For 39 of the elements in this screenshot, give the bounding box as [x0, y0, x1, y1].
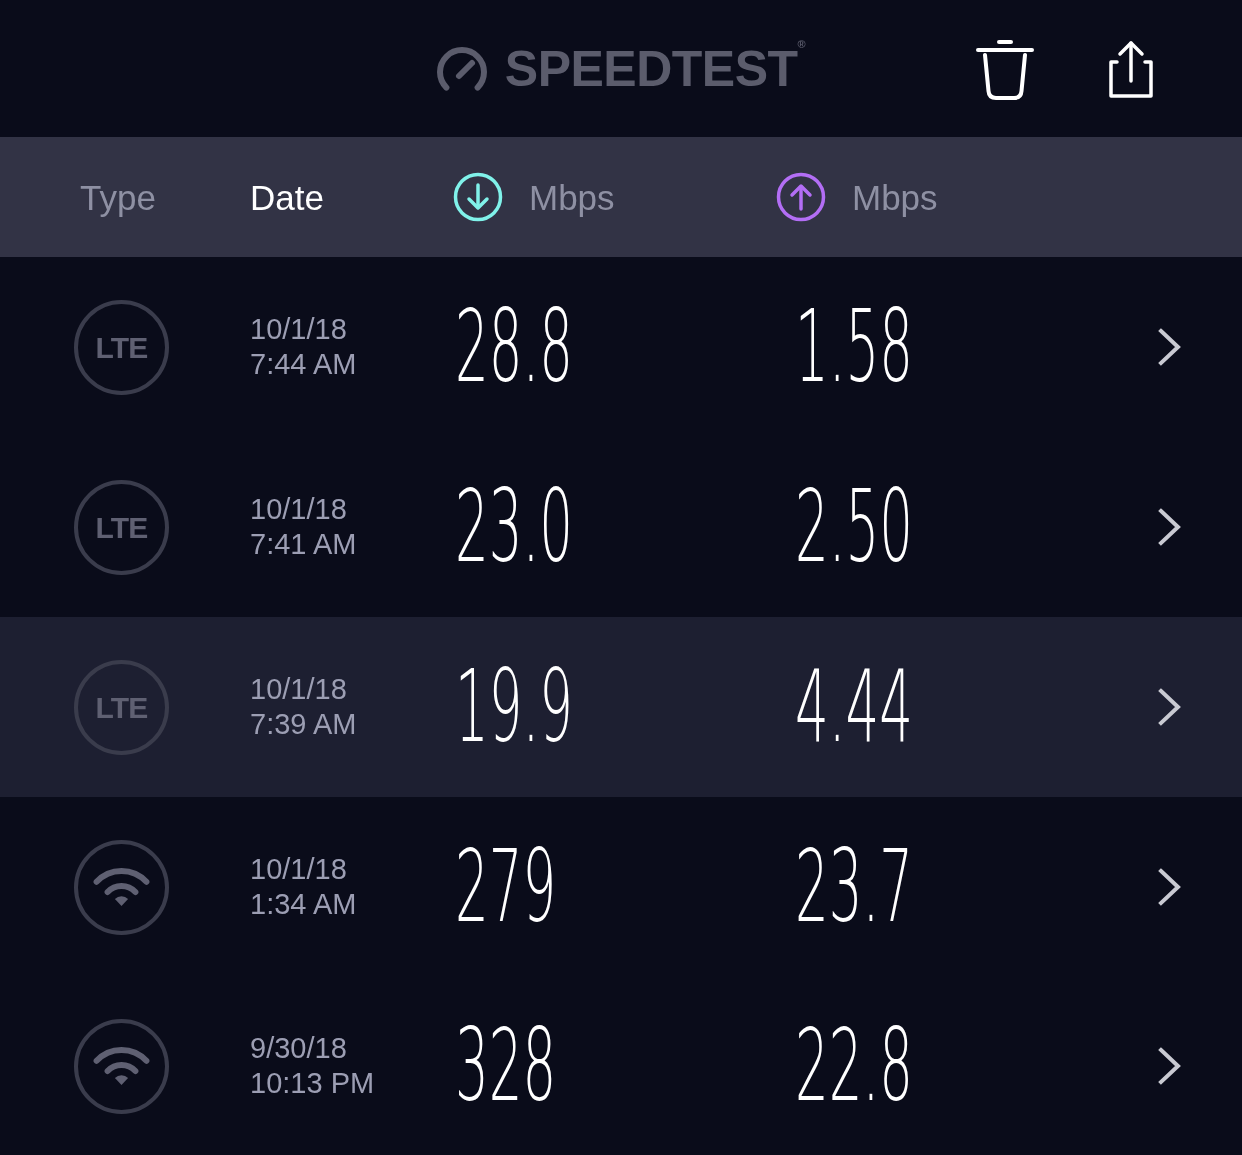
test-date: 10/1/18: [250, 312, 347, 347]
upload-speed: 1.58: [795, 297, 913, 397]
wifi-icon: [74, 1018, 169, 1114]
chevron-right-icon: [1157, 327, 1183, 367]
upload-speed: 2.50: [795, 477, 913, 577]
wifi-icon: [74, 839, 169, 935]
share-icon[interactable]: [1108, 39, 1154, 98]
logo-text: SPEEDTEST$^{®}$: [504, 37, 806, 99]
lte-badge: LTE: [74, 659, 169, 755]
chevron-right-icon: [1157, 867, 1183, 907]
chevron-right-icon: [1157, 687, 1183, 727]
lte-badge: LTE: [74, 299, 169, 395]
test-date: 10/1/18: [250, 492, 347, 527]
download-speed: 279: [455, 837, 557, 937]
chevron-right-icon: [1157, 507, 1183, 547]
gauge-icon: [436, 46, 489, 91]
test-time: 7:39 AM: [250, 707, 357, 742]
result-row[interactable]: LTE 10/1/18 7:39 AM 19.9 4.44: [0, 617, 1242, 797]
column-header[interactable]: Type: [80, 175, 156, 219]
upload-speed: 23.7: [795, 837, 913, 937]
column-header[interactable]: Date: [250, 175, 324, 219]
trash-icon[interactable]: [976, 37, 1034, 100]
test-date: 10/1/18: [250, 852, 347, 887]
download-speed: 19.9: [455, 657, 573, 757]
download-speed: 23.0: [455, 477, 573, 577]
test-date: 10/1/18: [250, 672, 347, 707]
test-time: 7:41 AM: [250, 527, 357, 562]
download-speed: 328: [455, 1016, 557, 1116]
test-date: 9/30/18: [250, 1031, 347, 1066]
test-time: 7:44 AM: [250, 347, 357, 382]
download-speed: 28.8: [455, 297, 573, 397]
column-header[interactable]: Mbps: [453, 172, 615, 222]
chevron-right-icon: [1157, 1046, 1183, 1086]
lte-badge: LTE: [74, 479, 169, 575]
test-time: 1:34 AM: [250, 887, 357, 922]
upload-speed: 22.8: [795, 1016, 913, 1116]
column-header[interactable]: Mbps: [776, 172, 938, 222]
upload-speed: 4.44: [795, 657, 913, 757]
test-time: 10:13 PM: [250, 1066, 375, 1101]
